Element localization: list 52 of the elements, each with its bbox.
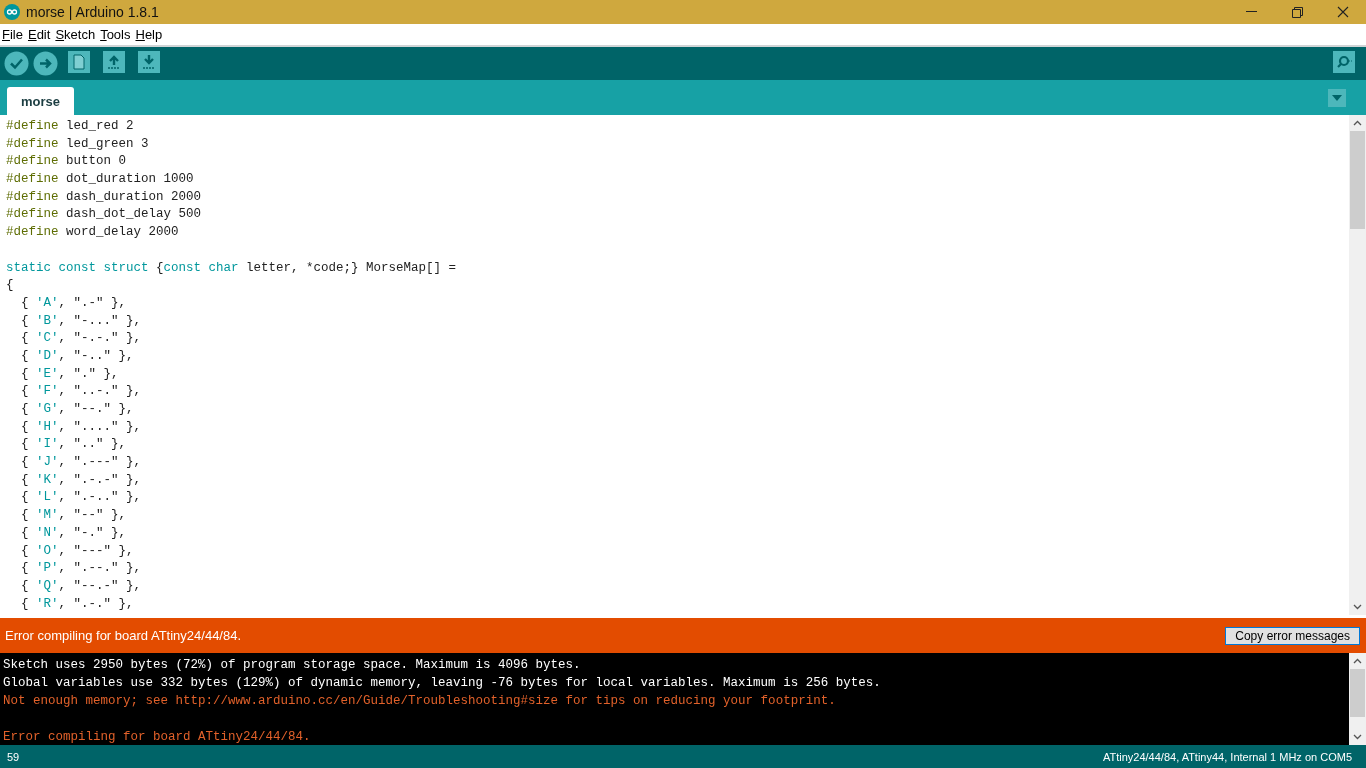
- code-line: { 'J', ".---" },: [20, 454, 143, 472]
- console-line: Error compiling for board ATtiny24/44/84.: [3, 729, 312, 746]
- checkmark-button[interactable]: [4, 51, 29, 76]
- code-line: #define led_green 3: [6, 135, 150, 153]
- code-line: { 'C', "-.-." },: [20, 330, 143, 348]
- code-line: { 'H', "...." },: [20, 418, 143, 436]
- code-line: { 'E', "." },: [20, 365, 120, 383]
- code-line: { 'M', "--" },: [20, 507, 128, 525]
- code-line: #define dash_dot_delay 500: [6, 206, 203, 224]
- error-message: Error compiling for board ATtiny24/44/84.: [5, 628, 243, 643]
- menu-item[interactable]: Edit: [25, 27, 53, 42]
- code-line: { 'G', "--." },: [20, 401, 135, 418]
- editor-tab[interactable]: morse: [7, 87, 75, 115]
- code-line: { 'N', "-." },: [20, 524, 128, 542]
- code-line: { 'K', ".-.-" },: [20, 471, 143, 489]
- console-line: Not enough memory; see http://www.arduino.cc/en/Guide/Troubleshooting#size for tips on reducing your footprint.: [3, 693, 837, 710]
- right-arrow-button[interactable]: [33, 51, 58, 76]
- menu-item[interactable]: Tools: [98, 27, 133, 42]
- board-info: ATtiny24/44/84, ATtiny44, Internal 1 MHz on COM5: [1102, 750, 1352, 763]
- code-line: #define led_red 2: [6, 118, 135, 135]
- code-line: { 'O', "---" },: [20, 542, 135, 560]
- code-line: { 'Q', "--.-" },: [20, 577, 143, 595]
- window-title: morse | Arduino 1.8.1: [26, 4, 160, 20]
- code-line: #define word_delay 2000: [6, 224, 180, 242]
- line-number: 59: [7, 750, 20, 763]
- document-button[interactable]: [68, 51, 93, 76]
- code-line: #define button 0: [6, 153, 128, 171]
- code-line: {: [6, 277, 15, 295]
- code-line: { 'I', ".." },: [20, 436, 128, 454]
- magnifier-button[interactable]: [1333, 51, 1358, 76]
- editor-scrollbar-thumb[interactable]: [1350, 131, 1365, 229]
- code-line: { 'D', "-.." },: [20, 347, 135, 365]
- code-line: { 'B', "-..." },: [20, 312, 143, 330]
- code-line: { 'L', ".-.." },: [20, 489, 143, 507]
- code-line: #define dot_duration 1000: [6, 171, 195, 189]
- copy-error-button[interactable]: Copy error messages: [1225, 626, 1360, 645]
- code-line: { 'F', "..-." },: [20, 383, 143, 401]
- code-line: { 'A', ".-" },: [20, 294, 128, 312]
- up-arrow-button[interactable]: [103, 51, 128, 76]
- menu-item[interactable]: Help: [133, 27, 165, 42]
- infinity-logo-icon: [4, 4, 20, 20]
- console-line: Sketch uses 2950 bytes (72%) of program storage space. Maximum is 4096 bytes.: [3, 657, 582, 674]
- code-line: { 'R', ".-." },: [20, 595, 135, 613]
- dropdown-caret-icon[interactable]: [1328, 89, 1346, 107]
- down-arrow-button[interactable]: [138, 51, 163, 76]
- code-line: #define dash_duration 2000: [6, 188, 203, 206]
- code-line: { 'P', ".--." },: [20, 560, 143, 578]
- console-line: Global variables use 332 bytes (129%) of dynamic memory, leaving -76 bytes for local variables. Maximum is 256 bytes.: [3, 675, 882, 692]
- console-scrollbar-thumb[interactable]: [1350, 669, 1365, 717]
- code-line: static const struct {const char letter, *code;} MorseMap[] =: [6, 259, 458, 277]
- menu-item[interactable]: Sketch: [53, 27, 98, 42]
- menu-item[interactable]: File: [0, 27, 25, 42]
